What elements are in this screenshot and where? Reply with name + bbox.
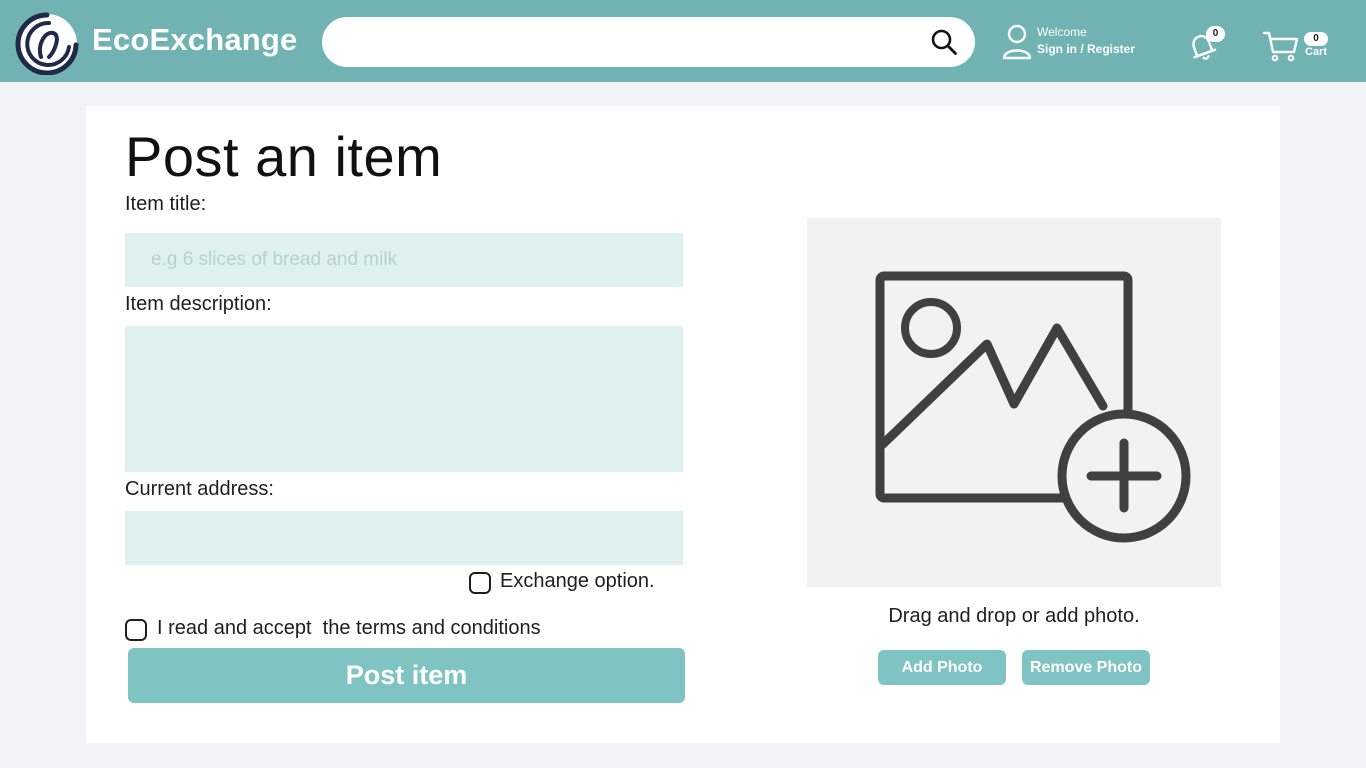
- welcome-text: Welcome: [1037, 25, 1087, 39]
- terms-label: I read and accept the terms and conditio…: [157, 617, 541, 639]
- add-image-icon: [875, 271, 1191, 543]
- brand-name[interactable]: EcoExchange: [92, 22, 298, 58]
- photo-hint-text: Drag and drop or add photo.: [888, 605, 1140, 627]
- add-photo-button[interactable]: Add Photo: [878, 650, 1006, 685]
- sign-in-register-link[interactable]: Sign in / Register: [1037, 42, 1135, 56]
- item-title-label: Item title:: [125, 193, 207, 215]
- terms-checkbox[interactable]: [125, 619, 147, 641]
- cart-count-badge: 0: [1304, 32, 1328, 46]
- item-title-input[interactable]: [125, 233, 683, 287]
- post-item-button[interactable]: Post item: [128, 648, 685, 703]
- shopping-cart-icon[interactable]: [1262, 30, 1300, 62]
- search-bar: [322, 17, 975, 67]
- logo-icon[interactable]: [15, 11, 79, 75]
- current-address-input[interactable]: [125, 511, 683, 565]
- remove-photo-button[interactable]: Remove Photo: [1022, 650, 1150, 685]
- item-description-textarea[interactable]: [125, 326, 683, 472]
- exchange-option-checkbox[interactable]: [469, 572, 491, 594]
- search-input[interactable]: [346, 25, 926, 59]
- notification-count-badge: 0: [1206, 26, 1225, 42]
- photo-dropzone[interactable]: [807, 218, 1221, 587]
- current-address-label: Current address:: [125, 478, 274, 500]
- cart-label[interactable]: Cart: [1305, 46, 1327, 58]
- page-title: Post an item: [125, 125, 443, 188]
- item-description-label: Item description:: [125, 293, 272, 315]
- exchange-option-label: Exchange option.: [500, 570, 655, 592]
- user-icon[interactable]: [1002, 24, 1032, 60]
- search-icon[interactable]: [930, 28, 958, 56]
- top-navigation-bar: EcoExchange Welcome Sign in / Register 0…: [0, 0, 1366, 82]
